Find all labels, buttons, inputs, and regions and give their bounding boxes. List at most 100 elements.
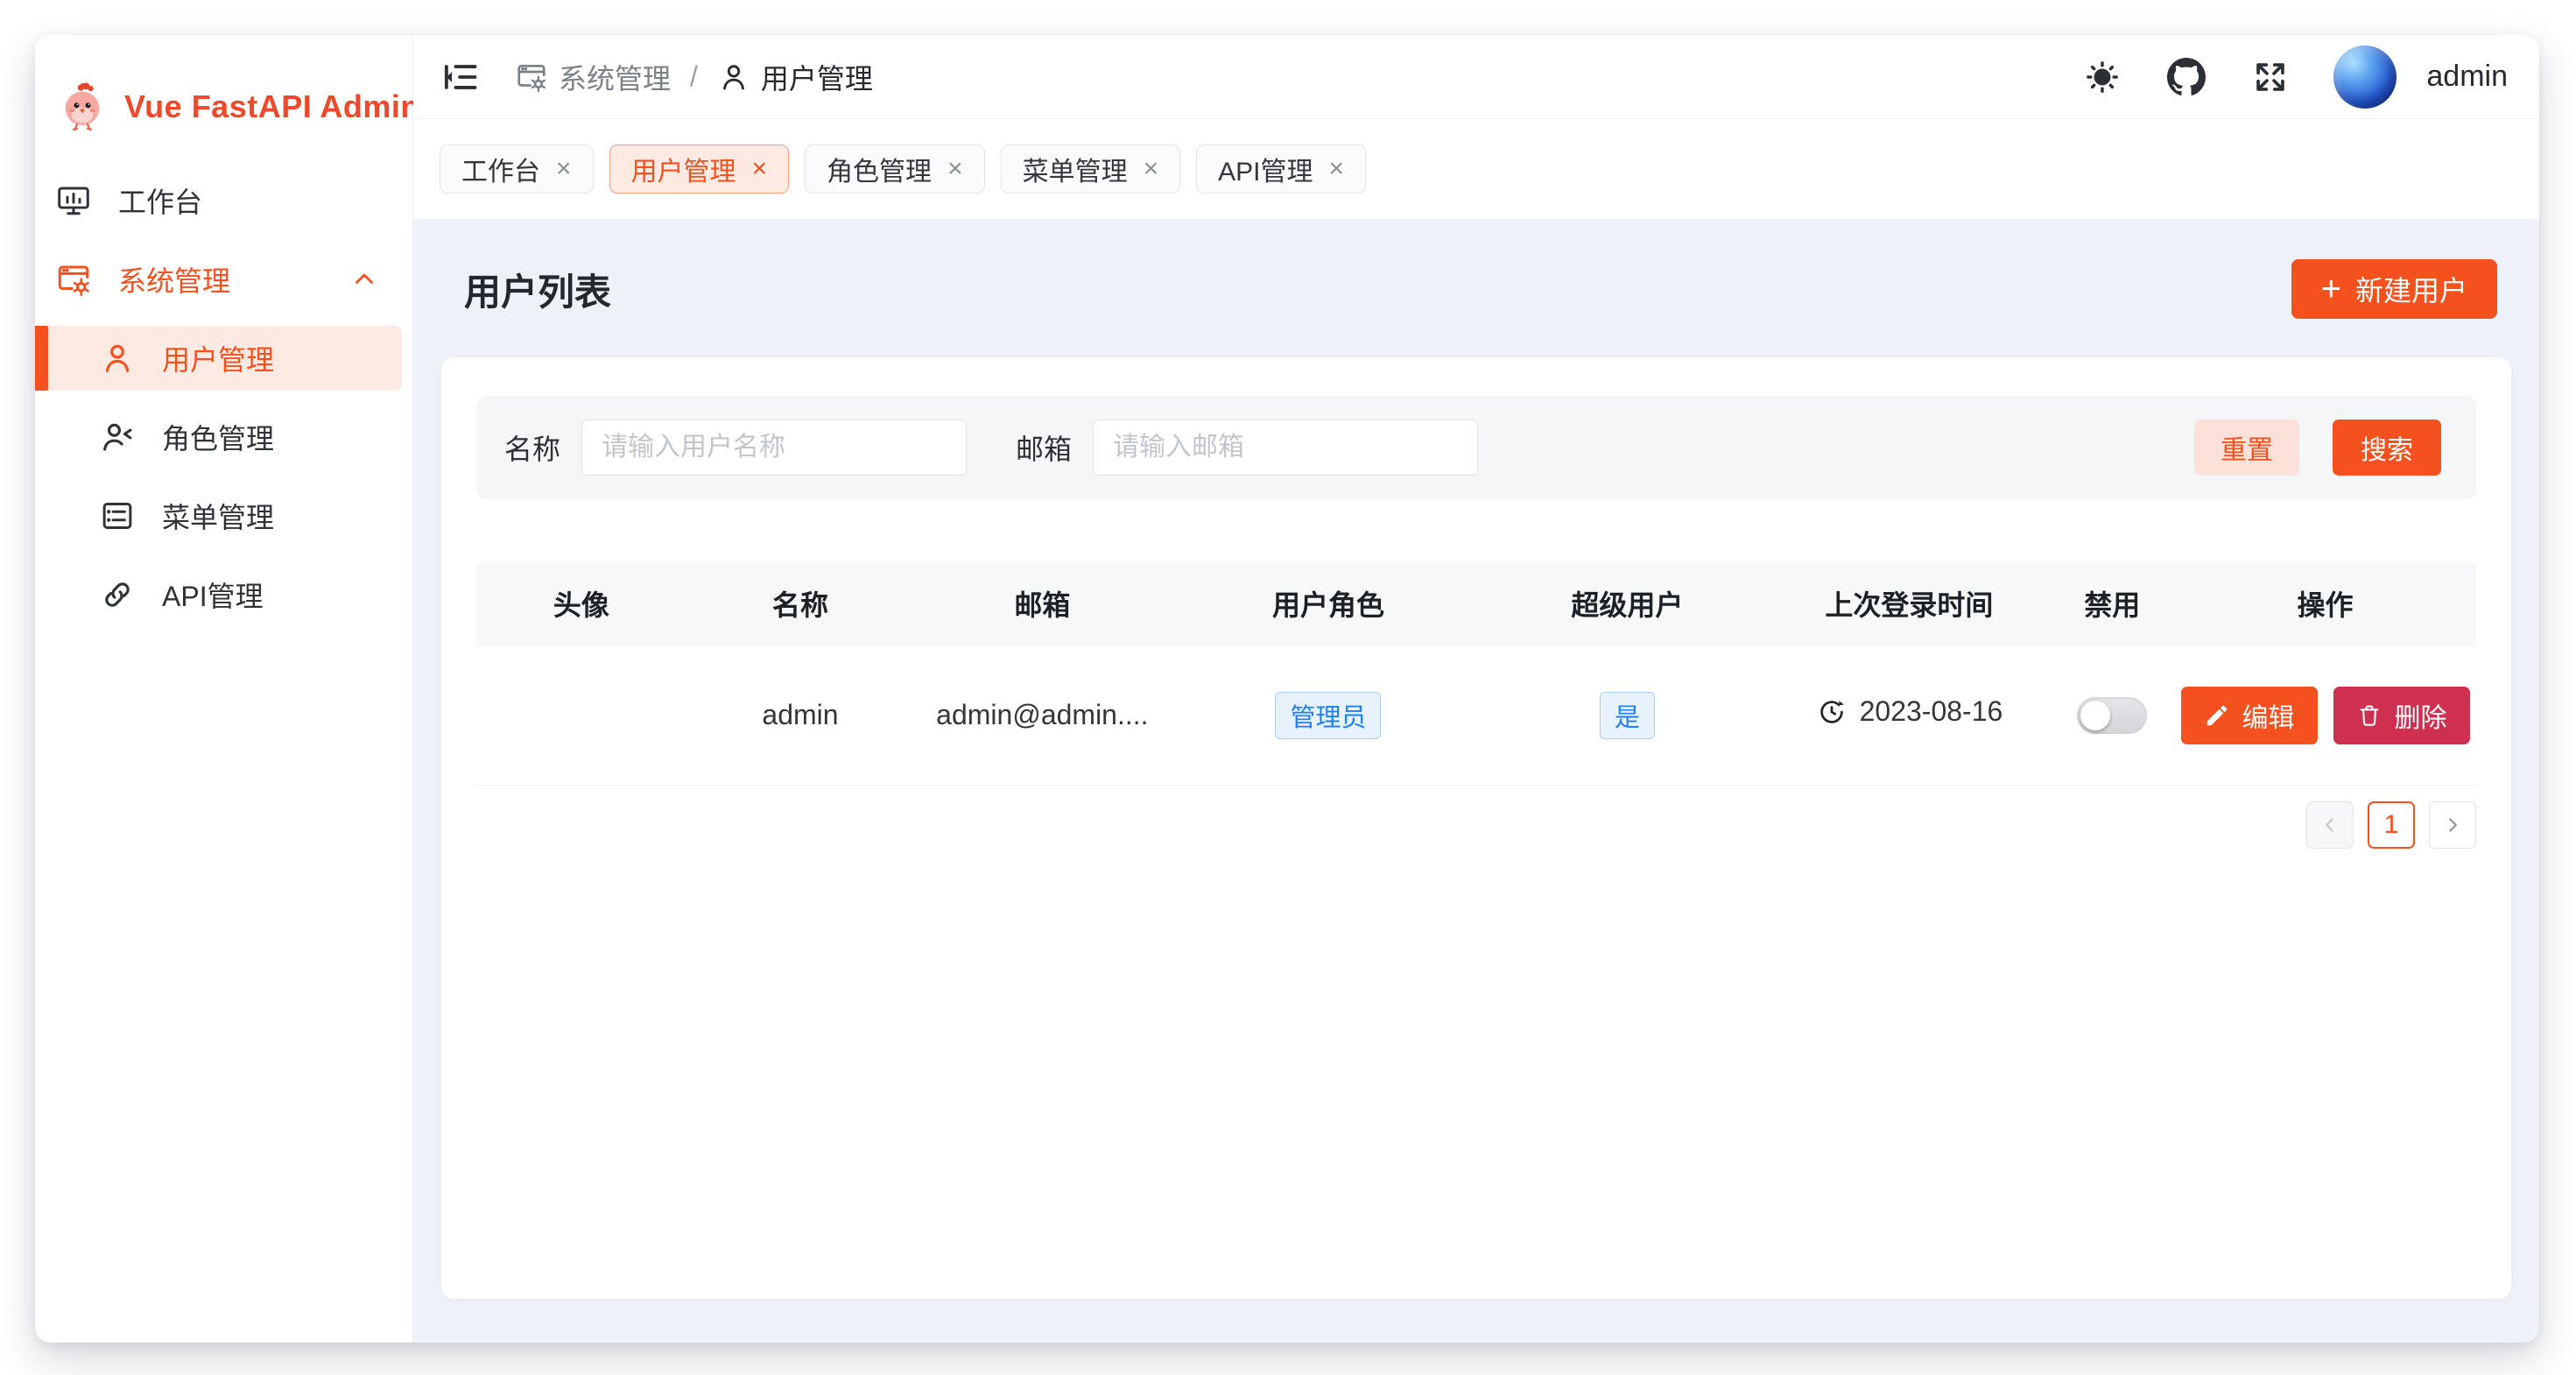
table-card: 名称 邮箱 重置 搜索 xyxy=(441,357,2511,1299)
tab-menus[interactable]: 菜单管理 × xyxy=(1001,145,1181,194)
sidebar-item-api[interactable]: API管理 xyxy=(35,562,402,627)
users-table: 头像 名称 邮箱 用户角色 超级用户 上次登录时间 禁用 操作 xyxy=(476,562,2476,786)
collapse-menu-icon xyxy=(441,58,480,96)
pencil-icon xyxy=(2204,702,2230,729)
col-avatar: 头像 xyxy=(476,562,686,645)
breadcrumb-label: 系统管理 xyxy=(559,57,671,97)
tab-roles[interactable]: 角色管理 × xyxy=(805,145,985,194)
email-field-label: 邮箱 xyxy=(1016,427,1072,468)
col-role: 用户角色 xyxy=(1171,562,1487,645)
col-last-login: 上次登录时间 xyxy=(1768,562,2050,645)
create-user-label: 新建用户 xyxy=(2355,269,2467,309)
window-gear-icon xyxy=(515,60,548,94)
email-input[interactable] xyxy=(1093,420,1478,476)
trash-icon xyxy=(2356,702,2382,729)
reset-button[interactable]: 重置 xyxy=(2194,420,2299,476)
tab-close-icon[interactable]: × xyxy=(752,156,768,182)
topbar-actions: admin xyxy=(2081,46,2508,109)
person-icon xyxy=(717,60,750,94)
delete-label: 删除 xyxy=(2395,696,2447,735)
last-login-value: 2023-08-16 xyxy=(1860,695,2003,728)
sidebar-item-workbench[interactable]: 工作台 xyxy=(35,168,402,233)
breadcrumb-label: 用户管理 xyxy=(761,57,873,97)
sidebar-item-label: 菜单管理 xyxy=(162,496,274,536)
sidebar-item-menus[interactable]: 菜单管理 xyxy=(35,483,402,548)
tab-label: API管理 xyxy=(1218,150,1313,188)
table-row: admin admin@admin.... 管理员 是 xyxy=(476,645,2476,786)
cell-name: admin xyxy=(686,645,914,786)
pagination-prev-button[interactable] xyxy=(2306,801,2354,849)
chick-logo-icon xyxy=(58,81,107,133)
disabled-toggle[interactable] xyxy=(2077,697,2147,734)
chevron-right-icon xyxy=(2441,814,2464,836)
create-user-button[interactable]: + 新建用户 xyxy=(2291,259,2497,319)
tab-workbench[interactable]: 工作台 × xyxy=(440,145,594,194)
sidebar-item-label: API管理 xyxy=(162,575,264,615)
theme-toggle-button[interactable] xyxy=(2081,56,2123,98)
tab-close-icon[interactable]: × xyxy=(556,156,572,182)
fullscreen-button[interactable] xyxy=(2249,56,2291,98)
username-label[interactable]: admin xyxy=(2426,60,2508,94)
search-button[interactable]: 搜索 xyxy=(2333,420,2441,476)
breadcrumb: 系统管理 / 用户管理 xyxy=(515,57,873,97)
clock-history-icon xyxy=(1816,696,1848,728)
table-header-row: 头像 名称 邮箱 用户角色 超级用户 上次登录时间 禁用 操作 xyxy=(476,562,2476,645)
breadcrumb-item-users[interactable]: 用户管理 xyxy=(717,57,873,97)
user-avatar[interactable] xyxy=(2333,46,2397,109)
github-link-button[interactable] xyxy=(2165,56,2207,98)
sun-icon xyxy=(2083,58,2122,96)
app-window: Vue FastAPI Admin 工作台 系统管理 xyxy=(35,35,2539,1343)
link-icon xyxy=(99,576,136,613)
brand-title: Vue FastAPI Admin xyxy=(124,88,420,125)
name-input[interactable] xyxy=(581,420,967,476)
sidebar-collapse-button[interactable] xyxy=(440,56,482,98)
sidebar-item-label: 工作台 xyxy=(118,180,202,221)
fullscreen-expand-icon xyxy=(2251,58,2290,96)
sidebar-item-label: 角色管理 xyxy=(162,417,274,457)
name-field-label: 名称 xyxy=(504,427,560,468)
edit-button[interactable]: 编辑 xyxy=(2181,687,2318,744)
cell-superuser: 是 xyxy=(1486,645,1768,786)
person-role-icon xyxy=(99,419,136,455)
sidebar-item-users[interactable]: 用户管理 xyxy=(35,326,402,391)
tab-label: 用户管理 xyxy=(631,150,736,188)
brand[interactable]: Vue FastAPI Admin xyxy=(35,35,412,168)
page-content: 用户列表 + 新建用户 名称 邮箱 重置 搜索 xyxy=(413,219,2539,1343)
pagination-next-button[interactable] xyxy=(2429,801,2476,849)
tab-users[interactable]: 用户管理 × xyxy=(609,145,790,194)
breadcrumb-item-system[interactable]: 系统管理 xyxy=(515,57,671,97)
superuser-badge: 是 xyxy=(1600,692,1655,739)
tab-close-icon[interactable]: × xyxy=(947,156,963,182)
sidebar: Vue FastAPI Admin 工作台 系统管理 xyxy=(35,35,413,1343)
sidebar-item-label: 用户管理 xyxy=(162,338,274,378)
delete-button[interactable]: 删除 xyxy=(2333,687,2470,744)
page-head: 用户列表 + 新建用户 xyxy=(441,219,2511,357)
cell-disabled xyxy=(2050,645,2174,786)
pagination-page-1[interactable]: 1 xyxy=(2368,801,2415,849)
col-actions: 操作 xyxy=(2174,562,2476,645)
person-icon xyxy=(99,340,136,377)
role-badge: 管理员 xyxy=(1275,692,1381,739)
sidebar-menu: 工作台 系统管理 用户管理 xyxy=(35,168,412,641)
page-title: 用户列表 xyxy=(464,263,611,316)
cell-avatar xyxy=(476,645,686,786)
tab-label: 菜单管理 xyxy=(1023,150,1128,188)
monitor-icon xyxy=(55,182,92,219)
cell-last-login: 2023-08-16 xyxy=(1768,645,2050,786)
tab-label: 工作台 xyxy=(461,150,540,188)
tab-close-icon[interactable]: × xyxy=(1328,156,1344,182)
main-column: 系统管理 / 用户管理 xyxy=(413,35,2539,1343)
window-gear-icon xyxy=(55,261,92,298)
tab-api[interactable]: API管理 × xyxy=(1196,145,1366,194)
sidebar-item-system[interactable]: 系统管理 xyxy=(35,247,402,312)
github-icon xyxy=(2167,58,2206,96)
tab-close-icon[interactable]: × xyxy=(1144,156,1159,182)
list-box-icon xyxy=(99,497,136,534)
sidebar-item-roles[interactable]: 角色管理 xyxy=(35,405,402,469)
plus-icon: + xyxy=(2321,271,2341,307)
col-disabled: 禁用 xyxy=(2050,562,2174,645)
topbar: 系统管理 / 用户管理 xyxy=(413,35,2539,119)
pagination: 1 xyxy=(476,801,2476,849)
chevron-left-icon xyxy=(2319,814,2341,836)
cell-role: 管理员 xyxy=(1171,645,1487,786)
